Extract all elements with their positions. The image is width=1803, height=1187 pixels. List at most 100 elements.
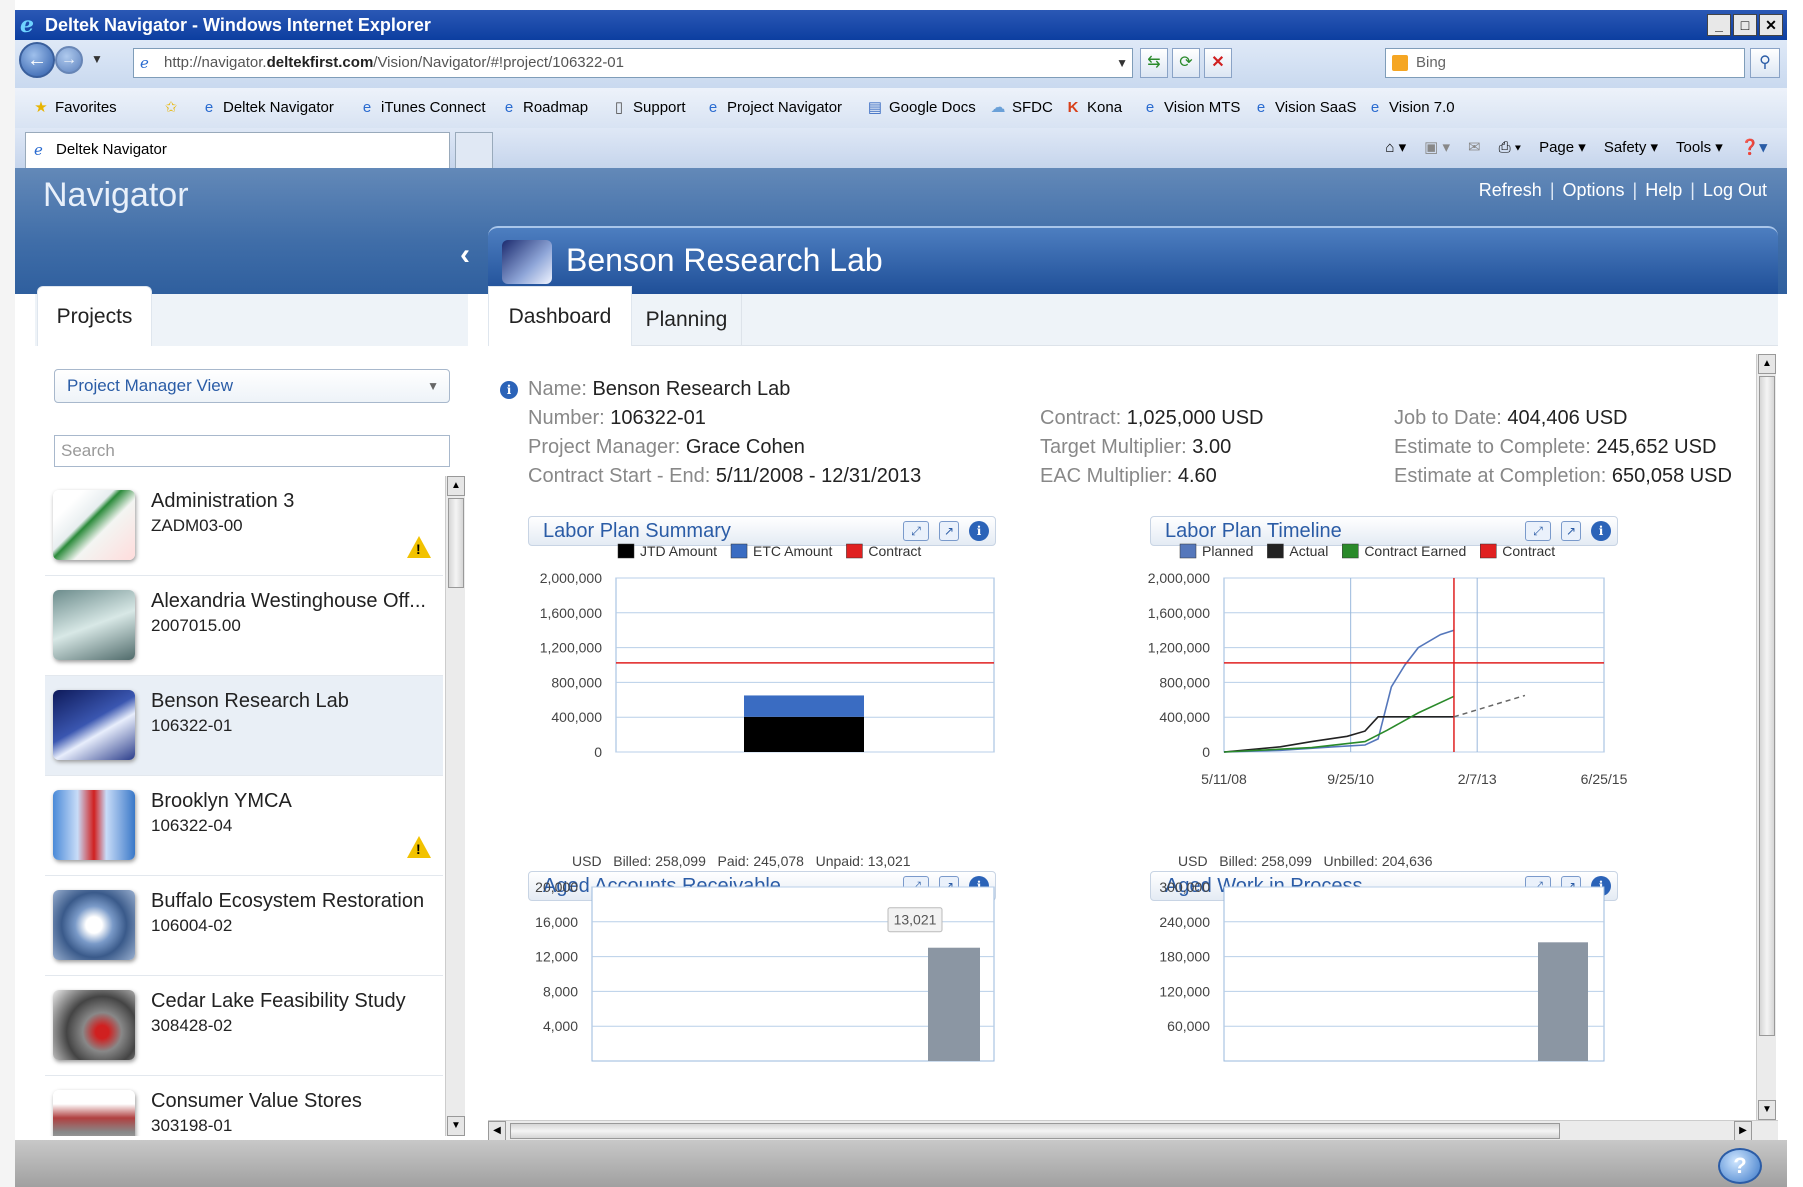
dashboard-vertical-scrollbar[interactable]: ▲ ▼ bbox=[1756, 354, 1776, 1120]
maximize-button[interactable]: □ bbox=[1733, 14, 1757, 36]
fav-item[interactable]: e Vision SaaS bbox=[1253, 88, 1357, 128]
scroll-thumb[interactable] bbox=[510, 1123, 1560, 1139]
fav-item[interactable]: e Deltek Navigator bbox=[201, 88, 334, 128]
project-number: ZADM03-00 bbox=[151, 516, 243, 535]
url-dropdown-icon[interactable]: ▼ bbox=[1116, 49, 1128, 77]
stop-button[interactable]: ✕ bbox=[1204, 48, 1232, 78]
project-list-item[interactable]: Buffalo Ecosystem Restoration 106004-02 bbox=[45, 876, 443, 976]
project-list-item[interactable]: Administration 3 ZADM03-00 ! bbox=[45, 476, 443, 576]
labor-timeline-ytick-label: 1,200,000 bbox=[1148, 640, 1210, 656]
fav-item[interactable]: e Project Navigator bbox=[705, 88, 842, 128]
safety-menu[interactable]: Safety ▾ bbox=[1604, 128, 1658, 168]
help-link[interactable]: Help bbox=[1645, 180, 1682, 201]
project-list-scrollbar[interactable]: ▲ ▼ bbox=[445, 476, 465, 1136]
project-list-item[interactable]: Brooklyn YMCA 106322-04 ! bbox=[45, 776, 443, 876]
scroll-down-arrow[interactable]: ▼ bbox=[447, 1116, 465, 1136]
refresh-link[interactable]: Refresh bbox=[1479, 180, 1542, 201]
forward-button[interactable]: → bbox=[55, 46, 83, 74]
fav-item[interactable]: ▤ Google Docs bbox=[867, 88, 976, 128]
back-button[interactable]: ← bbox=[19, 42, 55, 78]
options-link[interactable]: Options bbox=[1563, 180, 1625, 201]
project-search-input[interactable]: Search bbox=[54, 435, 450, 467]
scroll-down-arrow[interactable]: ▼ bbox=[1758, 1100, 1776, 1120]
project-name: Consumer Value Stores bbox=[151, 1090, 362, 1112]
tab-planning[interactable]: Planning bbox=[632, 294, 742, 346]
project-number: 2007015.00 bbox=[151, 616, 241, 635]
fav-item[interactable]: e Vision 7.0 bbox=[1367, 88, 1455, 128]
favorites-button[interactable]: ★ Favorites bbox=[33, 88, 116, 128]
ie-page-icon: e bbox=[708, 99, 718, 117]
fav-item[interactable]: K Kona bbox=[1065, 88, 1122, 128]
dashboard-charts: JTD Amount ETC Amount Contract 0 400,000 800,… bbox=[535, 543, 1628, 1062]
print-icon[interactable]: ⎙ ▾ bbox=[1499, 128, 1521, 168]
ie-page-icon: e bbox=[1370, 99, 1380, 117]
view-select-value: Project Manager View bbox=[67, 376, 233, 395]
fav-item[interactable]: e Roadmap bbox=[501, 88, 588, 128]
dashboard-horizontal-scrollbar[interactable]: ◀ ▶ bbox=[488, 1120, 1778, 1141]
labor-summary-ytick-label: 0 bbox=[594, 744, 602, 760]
help-assistant-icon[interactable]: ? bbox=[1718, 1148, 1762, 1184]
home-icon[interactable]: ⌂ ▾ bbox=[1385, 128, 1406, 168]
tab-favicon: e bbox=[34, 141, 43, 159]
minimize-button[interactable]: _ bbox=[1707, 14, 1731, 36]
project-number: 106322-04 bbox=[151, 816, 233, 835]
project-list-item[interactable]: Alexandria Westinghouse Off... 2007015.0… bbox=[45, 576, 443, 676]
aged-wip-ytick-label: 180,000 bbox=[1159, 949, 1210, 965]
scroll-thumb[interactable] bbox=[448, 498, 464, 588]
jtd-amount-bar bbox=[744, 716, 864, 752]
projects-pane: Projects Project Manager View ▼ Search A… bbox=[35, 286, 468, 1140]
project-list-item[interactable]: Benson Research Lab 106322-01 bbox=[45, 676, 443, 776]
view-select[interactable]: Project Manager View ▼ bbox=[54, 369, 450, 403]
aged-ar-data-label: 13,021 bbox=[894, 912, 937, 928]
ie-page-icon: e bbox=[362, 99, 372, 117]
project-list-item[interactable]: Consumer Value Stores 303198-01 bbox=[45, 1076, 443, 1136]
top-links: Refresh | Options | Help | Log Out bbox=[1479, 180, 1767, 201]
page-menu[interactable]: Page ▾ bbox=[1539, 128, 1586, 168]
labor-summary-legend-label: ETC Amount bbox=[753, 543, 832, 559]
fav-item[interactable]: e iTunes Connect bbox=[359, 88, 486, 128]
fav-label: Project Navigator bbox=[727, 99, 843, 116]
bing-icon bbox=[1392, 55, 1408, 71]
scroll-thumb[interactable] bbox=[1759, 376, 1775, 1036]
history-dropdown-icon[interactable]: ▼ bbox=[91, 52, 103, 66]
logout-link[interactable]: Log Out bbox=[1703, 180, 1767, 201]
fav-label: Support bbox=[633, 99, 686, 116]
add-favorite-button[interactable]: ✩ bbox=[163, 88, 185, 128]
labor-summary-ytick-label: 400,000 bbox=[551, 709, 602, 725]
labor-timeline-ytick-label: 0 bbox=[1202, 744, 1210, 760]
fav-item[interactable]: e Vision MTS bbox=[1142, 88, 1241, 128]
feeds-icon[interactable]: ▣ ▾ bbox=[1424, 128, 1450, 168]
search-field[interactable]: Bing bbox=[1385, 48, 1745, 78]
url-prefix: http://navigator. bbox=[164, 54, 267, 71]
tab-dashboard[interactable]: Dashboard bbox=[488, 286, 632, 346]
refresh-button[interactable]: ⟳ bbox=[1172, 48, 1200, 78]
project-thumbnail bbox=[53, 690, 135, 760]
labor-timeline-ytick-label: 800,000 bbox=[1159, 674, 1210, 690]
help-icon[interactable]: ❓▾ bbox=[1741, 128, 1767, 168]
project-number: 308428-02 bbox=[151, 1016, 233, 1035]
tab-projects[interactable]: Projects bbox=[37, 286, 152, 346]
search-button[interactable]: ⚲ bbox=[1750, 48, 1780, 78]
window-title: Deltek Navigator - Windows Internet Expl… bbox=[45, 15, 431, 35]
scroll-up-arrow[interactable]: ▲ bbox=[447, 476, 465, 496]
add-favorite-icon: ✩ bbox=[164, 99, 178, 117]
labor-timeline-legend-label: Contract Earned bbox=[1364, 543, 1466, 559]
fav-item[interactable]: ▯ Support bbox=[611, 88, 686, 128]
fav-item[interactable]: ☁ SFDC bbox=[990, 88, 1053, 128]
compatibility-button[interactable]: ⇆ bbox=[1140, 48, 1168, 78]
new-tab-button[interactable] bbox=[455, 132, 493, 168]
project-list-item[interactable]: Cedar Lake Feasibility Study 308428-02 bbox=[45, 976, 443, 1076]
url-field[interactable]: e http://navigator.deltekfirst.com/Visio… bbox=[133, 48, 1133, 78]
collapse-panel-icon[interactable]: ‹ bbox=[460, 238, 470, 272]
tools-menu[interactable]: Tools ▾ bbox=[1676, 128, 1723, 168]
scroll-right-arrow[interactable]: ▶ bbox=[1734, 1121, 1752, 1141]
scroll-up-arrow[interactable]: ▲ bbox=[1758, 354, 1776, 374]
labor-timeline-legend-label: Contract bbox=[1502, 543, 1555, 559]
etc-amount-bar bbox=[744, 695, 864, 717]
browser-tab[interactable]: e Deltek Navigator bbox=[25, 132, 450, 168]
scroll-left-arrow[interactable]: ◀ bbox=[488, 1121, 506, 1141]
project-thumbnail bbox=[53, 490, 135, 560]
mail-icon[interactable]: ✉ bbox=[1468, 128, 1481, 168]
close-window-button[interactable]: ✕ bbox=[1759, 14, 1783, 36]
browser-window: { "browser": { "window_title": "Deltek N… bbox=[0, 0, 1803, 1187]
